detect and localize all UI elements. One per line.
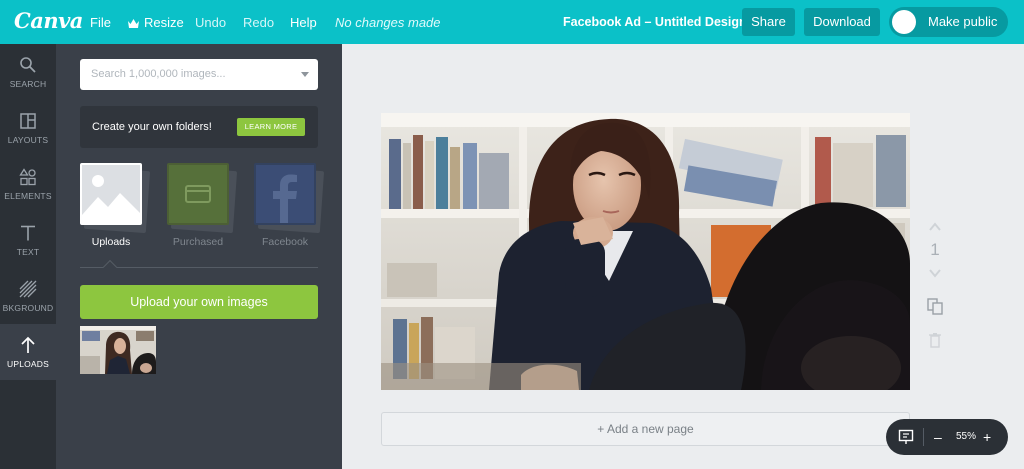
source-facebook[interactable] (254, 163, 325, 234)
image-search-input[interactable]: Search 1,000,000 images... (80, 59, 318, 90)
canva-logo[interactable]: Canva (14, 8, 83, 33)
active-source-pointer (102, 259, 118, 275)
rail-item-search[interactable]: SEARCH (0, 44, 56, 100)
page-tools: 1 (922, 218, 948, 348)
rail-label: BKGROUND (2, 303, 54, 313)
text-icon (21, 225, 35, 241)
rail-item-elements[interactable]: ELEMENTS (0, 156, 56, 212)
search-icon (20, 57, 36, 73)
folders-promo-text: Create your own folders! (92, 121, 212, 133)
file-menu[interactable]: File (90, 0, 111, 44)
page-number: 1 (930, 240, 940, 259)
zoom-out-button[interactable]: – (934, 419, 942, 455)
source-uploads[interactable] (80, 163, 151, 234)
zoom-level[interactable]: 55% (952, 419, 980, 455)
rail-item-background[interactable]: BKGROUND (0, 268, 56, 324)
rail-item-uploads[interactable]: UPLOADS (0, 324, 56, 380)
rail-label: SEARCH (9, 79, 47, 89)
share-button[interactable]: Share (742, 8, 795, 36)
design-photo[interactable] (381, 113, 910, 390)
zoom-in-button[interactable]: + (983, 419, 991, 455)
copy-page-icon[interactable] (927, 298, 943, 315)
search-placeholder: Search 1,000,000 images... (91, 68, 226, 80)
uploaded-image-thumbnail[interactable] (80, 326, 156, 374)
resize-menu[interactable]: Resize (127, 0, 184, 44)
add-page-button[interactable]: + Add a new page (381, 412, 910, 446)
rail-label: TEXT (16, 247, 40, 257)
uploads-panel: Search 1,000,000 images... Create your o… (56, 44, 342, 469)
rail-label: ELEMENTS (4, 191, 52, 201)
trash-icon[interactable] (928, 332, 942, 348)
background-icon (19, 280, 37, 298)
toggle-knob (892, 10, 916, 34)
source-purchased[interactable] (167, 163, 238, 234)
chevron-up-icon[interactable] (929, 222, 941, 232)
left-rail: SEARCH LAYOUTS ELEMENTS TEXT BKGROUND UP… (0, 44, 56, 469)
redo-button[interactable]: Redo (243, 0, 274, 44)
download-button[interactable]: Download (804, 8, 880, 36)
folders-promo: Create your own folders! LEARN MORE (80, 106, 318, 148)
rail-item-text[interactable]: TEXT (0, 212, 56, 268)
design-title[interactable]: Facebook Ad – Untitled Design (563, 0, 747, 44)
zoom-control: – 55% + (886, 419, 1008, 455)
credit-card-icon (167, 163, 229, 225)
upload-images-button[interactable]: Upload your own images (80, 285, 318, 319)
learn-more-button[interactable]: LEARN MORE (237, 118, 305, 136)
resize-label: Resize (144, 15, 184, 30)
source-label-facebook: Facebook (261, 236, 309, 248)
undo-button[interactable]: Undo (195, 0, 226, 44)
upload-arrow-icon (21, 336, 35, 353)
help-menu[interactable]: Help (290, 0, 317, 44)
facebook-icon (254, 163, 316, 225)
elements-icon (19, 168, 36, 186)
present-icon[interactable] (898, 429, 914, 445)
rail-item-layouts[interactable]: LAYOUTS (0, 100, 56, 156)
source-label-purchased: Purchased (172, 236, 224, 248)
top-bar: Canva File Resize Undo Redo Help No chan… (0, 0, 1024, 44)
image-placeholder-icon (80, 163, 142, 225)
chevron-down-icon[interactable] (929, 268, 941, 278)
rail-label: LAYOUTS (7, 135, 49, 145)
save-status: No changes made (335, 15, 441, 30)
make-public-label: Make public (928, 14, 998, 29)
source-label-uploads: Uploads (91, 236, 131, 248)
design-canvas[interactable] (381, 113, 910, 390)
layouts-icon (20, 113, 36, 129)
make-public-toggle[interactable]: Make public (889, 7, 1008, 37)
chevron-down-icon[interactable] (301, 72, 309, 77)
crown-icon (127, 2, 140, 48)
rail-label: UPLOADS (6, 359, 50, 369)
